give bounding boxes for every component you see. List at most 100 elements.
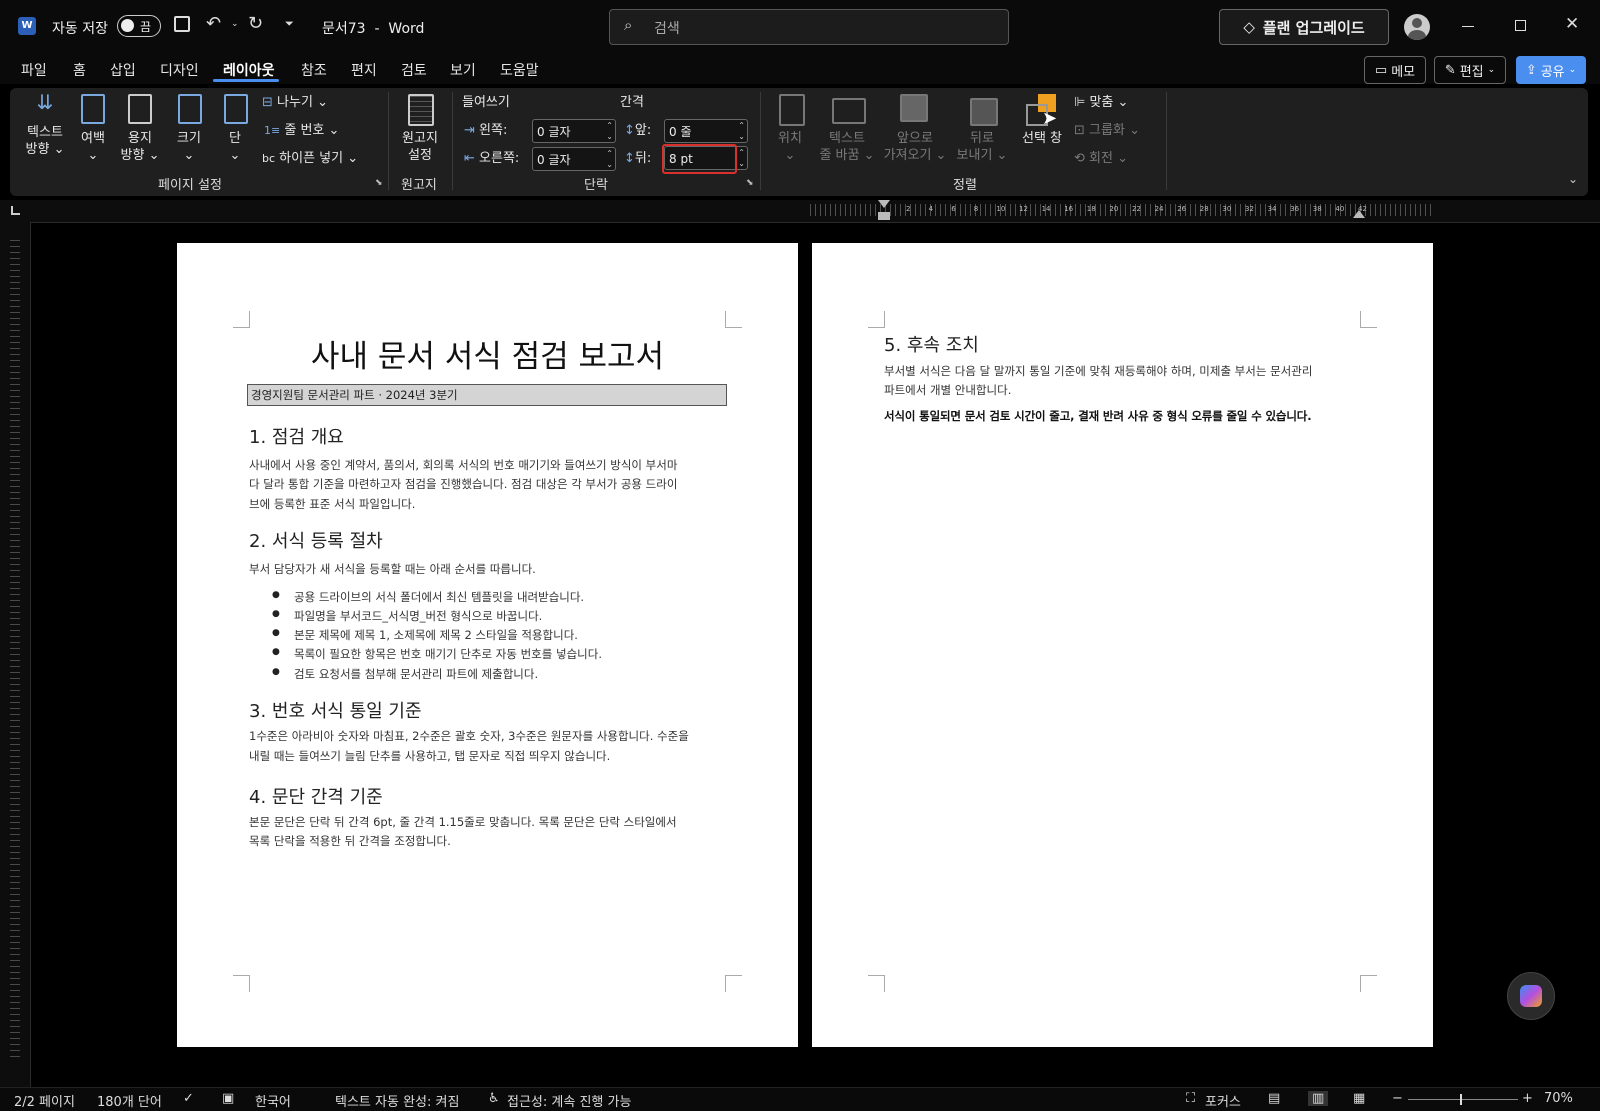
zoom-slider[interactable] [1408, 1094, 1518, 1105]
print-layout-icon[interactable]: ▥ [1308, 1091, 1329, 1106]
zoom-in-icon[interactable]: + [1522, 1091, 1533, 1106]
ruler-tick-label: 36 [1290, 205, 1300, 213]
accessibility-icon[interactable]: ♿ [488, 1091, 500, 1106]
rotate-button[interactable]: ⟲ 회전 ⌄ [1074, 150, 1128, 167]
hyphenation-button[interactable]: bc 하이픈 넣기 ⌄ [262, 150, 358, 167]
undo-dropdown-icon[interactable]: ⌄ [231, 19, 239, 29]
save-icon[interactable] [174, 16, 190, 32]
ruler-tick-label: 16 [1064, 205, 1074, 213]
spinner-arrows-icon[interactable]: ⌃ ⌄ [606, 120, 613, 142]
tab-selector-icon[interactable] [11, 206, 20, 215]
line-numbers-button[interactable]: 1≡ 줄 번호 ⌄ [264, 122, 339, 139]
text-direction-button[interactable]: ⇊ 텍스트 방향 ⌄ [22, 92, 68, 158]
send-backward-button[interactable]: 뒤로 보내기 ⌄ [954, 94, 1010, 164]
zoom-slider-thumb[interactable] [1460, 1094, 1462, 1105]
align-button[interactable]: ⊫ 맞춤 ⌄ [1074, 94, 1128, 111]
section-5-heading: 5. 후속 조치 [884, 335, 979, 356]
margin-corner-mark [1360, 311, 1377, 328]
upgrade-plan-button[interactable]: ◇ 플랜 업그레이드 [1219, 9, 1389, 45]
chevron-down-icon: ⌄ [87, 148, 99, 163]
spacing-before-input[interactable]: 0 줄 ⌃ ⌄ [664, 119, 748, 143]
position-button[interactable]: 위치 ⌄ [772, 94, 808, 164]
focus-icon[interactable]: ⛶ [1186, 1091, 1195, 1106]
margins-button[interactable]: 여백 ⌄ [75, 94, 111, 164]
manuscript-settings-button[interactable]: 원고지 설정 [398, 94, 442, 164]
paragraph-dialog-launcher-icon[interactable]: ⬊ [746, 178, 754, 188]
rotate-icon: ⟲ [1074, 151, 1085, 166]
indent-right-input[interactable]: 0 글자 ⌃ ⌄ [532, 147, 616, 171]
ribbon-separator [452, 92, 453, 190]
indent-left-label: ⇥ 왼쪽: [464, 123, 508, 138]
search-box[interactable]: ⌕ 검색 [609, 9, 1009, 45]
tab-mailings[interactable]: 편지 [351, 60, 377, 80]
minimize-icon[interactable] [1462, 26, 1474, 27]
ruler-tick-label: 24 [1154, 205, 1164, 213]
hyphenation-label: 하이픈 넣기 [279, 151, 344, 166]
maximize-icon[interactable] [1515, 20, 1526, 31]
selection-pane-label: 선택 창 [1021, 131, 1062, 146]
redo-icon[interactable]: ↻ [248, 13, 263, 34]
spinner-arrows-icon[interactable]: ⌃ ⌄ [738, 120, 745, 142]
copilot-button[interactable] [1507, 972, 1555, 1020]
tab-design[interactable]: 디자인 [160, 60, 199, 80]
memo-button[interactable]: ▭ 메모 [1364, 56, 1426, 84]
left-indent-marker[interactable] [878, 212, 890, 220]
avatar[interactable] [1404, 14, 1430, 40]
page-setup-dialog-launcher-icon[interactable]: ⬊ [375, 178, 383, 188]
tab-view[interactable]: 보기 [450, 60, 476, 80]
tab-references[interactable]: 참조 [301, 60, 327, 80]
zoom-out-icon[interactable]: − [1392, 1091, 1403, 1106]
section-4-body-line-2: 목록 단락을 적용한 뒤 간격을 조정합니다. [249, 834, 451, 848]
tab-file[interactable]: 파일 [21, 60, 47, 80]
customize-toolbar-icon[interactable]: ⏷ [285, 17, 294, 31]
spacing-before-label: ↕앞: [624, 123, 652, 138]
collapse-ribbon-icon[interactable]: ⌄ [1568, 172, 1578, 186]
tab-insert[interactable]: 삽입 [110, 60, 136, 80]
autosave-toggle[interactable]: 끔 [117, 15, 161, 37]
ruler-tick-label: 26 [1177, 205, 1187, 213]
accessibility-status[interactable]: 접근성: 계속 진행 가능 [507, 1091, 631, 1110]
size-button[interactable]: 크기 ⌄ [172, 94, 206, 164]
spinner-arrows-icon[interactable]: ⌃ ⌄ [606, 148, 613, 170]
first-line-indent-marker[interactable] [878, 200, 890, 208]
proofing-icon[interactable]: ✓ [183, 1091, 194, 1106]
columns-button[interactable]: 단 ⌄ [220, 94, 250, 164]
breaks-button[interactable]: ⊟ 나누기 ⌄ [262, 94, 328, 111]
focus-mode-button[interactable]: 포커스 [1205, 1091, 1241, 1110]
title-bar: W 자동 저장 끔 ↶ ⌄ ↻ ⏷ 문서73 - Word ⌕ 검색 ◇ 플랜 … [0, 0, 1600, 54]
page-count[interactable]: 2/2 페이지 [14, 1091, 75, 1110]
language-indicator[interactable]: 한국어 [255, 1091, 291, 1110]
undo-icon[interactable]: ↶ [206, 13, 221, 34]
spacing-before-icon: ↕ [624, 123, 635, 138]
vertical-ruler[interactable] [0, 222, 31, 1087]
document-canvas[interactable]: 사내 문서 서식 점검 보고서 경영지원팀 문서관리 파트 · 2024년 3분… [31, 223, 1600, 1085]
word-count[interactable]: 180개 단어 [97, 1091, 162, 1110]
spinner-arrows-icon[interactable]: ⌃ ⌄ [738, 147, 745, 169]
group-label: 그룹화 [1089, 123, 1125, 138]
document-page-1[interactable]: 사내 문서 서식 점검 보고서 경영지원팀 문서관리 파트 · 2024년 3분… [177, 243, 798, 1047]
document-page-2[interactable]: 5. 후속 조치 부서별 서식은 다음 달 말까지 통일 기준에 맞춰 재등록해… [812, 243, 1433, 1047]
edit-mode-button[interactable]: ✎ 편집 ⌄ [1434, 56, 1506, 84]
indent-left-input[interactable]: 0 글자 ⌃ ⌄ [532, 119, 616, 143]
chevron-down-icon: ⌄ [229, 148, 241, 163]
share-button[interactable]: ⇪ 공유 ⌄ [1516, 56, 1586, 84]
tab-layout[interactable]: 레이아웃 [223, 60, 275, 80]
wrap-text-button[interactable]: 텍스트 줄 바꿈 ⌄ [814, 94, 880, 164]
margin-corner-mark [233, 311, 250, 328]
bring-forward-button[interactable]: 앞으로 가져오기 ⌄ [882, 94, 948, 164]
read-mode-icon[interactable]: ▤ [1268, 1091, 1280, 1106]
tab-home[interactable]: 홈 [73, 60, 86, 80]
autocomplete-status[interactable]: 텍스트 자동 완성: 켜짐 [335, 1091, 459, 1110]
tab-review[interactable]: 검토 [401, 60, 427, 80]
tab-help[interactable]: 도움말 [500, 60, 539, 80]
web-layout-icon[interactable]: ▦ [1353, 1091, 1365, 1106]
group-button[interactable]: ⊡ 그룹화 ⌄ [1074, 122, 1140, 139]
comment-icon: ▭ [1374, 62, 1388, 78]
zoom-level[interactable]: 70% [1544, 1091, 1573, 1106]
text-predictions-icon[interactable]: ▣ [222, 1091, 234, 1106]
spacing-after-icon: ↕ [624, 151, 635, 166]
orientation-button[interactable]: 용지 방향 ⌄ [118, 94, 162, 164]
close-icon[interactable]: ✕ [1565, 14, 1579, 34]
horizontal-ruler[interactable]: 2 4 6 8 10 12 14 16 18 20 22 24 26 28 30 32 34 36 38 40 42 [0, 200, 1600, 223]
list-item: 목록이 필요한 항목은 번호 매기기 단추로 자동 번호를 넣습니다. [272, 646, 602, 662]
